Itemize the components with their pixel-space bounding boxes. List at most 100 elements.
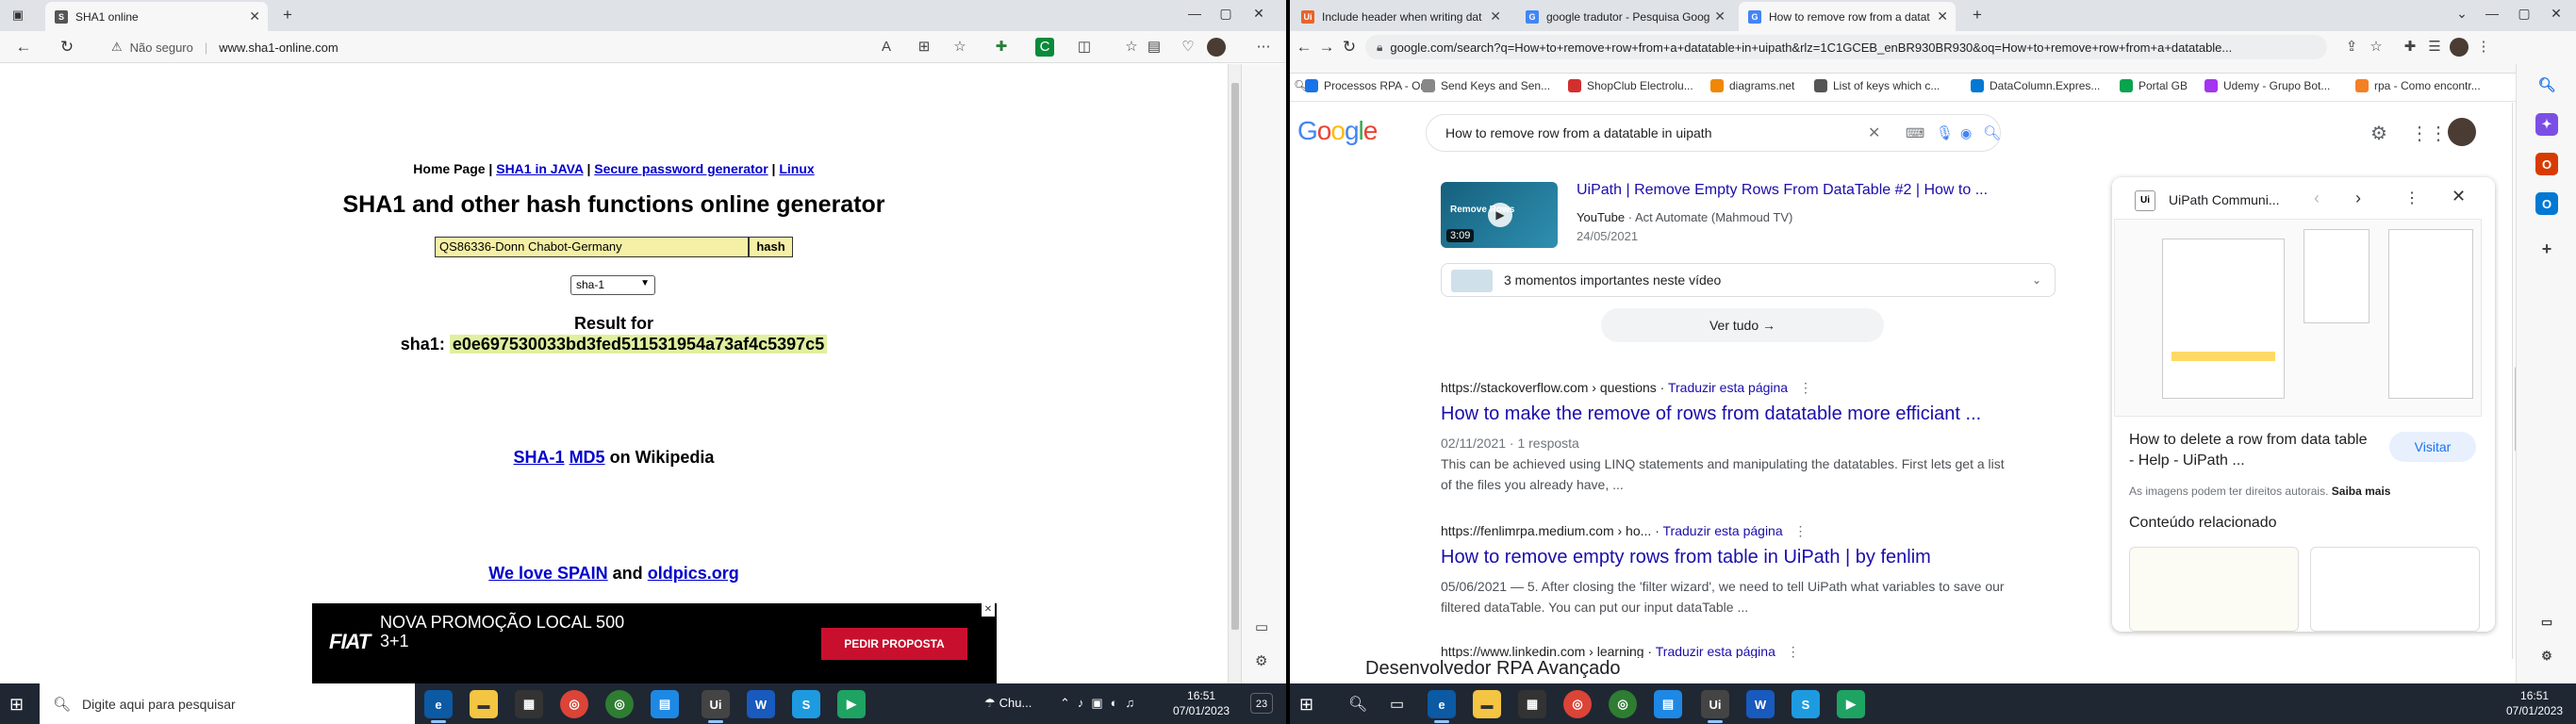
favorite-star-icon[interactable]: ☆ xyxy=(950,38,969,57)
split-screen-icon[interactable]: ◫ xyxy=(1075,38,1094,57)
windows-start-icon[interactable]: ⊞ xyxy=(1299,695,1313,715)
tab-search-icon[interactable]: ⌄ xyxy=(2448,6,2476,22)
file-explorer-icon[interactable]: ▬ xyxy=(1473,690,1501,718)
minimize-icon[interactable]: — xyxy=(2478,6,2506,21)
profile-avatar[interactable] xyxy=(2450,38,2469,57)
extension-puzzle-icon[interactable]: ✚ xyxy=(992,38,1011,57)
terminal-app-icon[interactable]: ▶ xyxy=(1837,690,1865,718)
new-tab-button[interactable]: + xyxy=(1965,4,1990,26)
prev-image-icon[interactable]: ‹ xyxy=(2314,189,2320,208)
sidebar-settings-icon[interactable]: ⚙ xyxy=(1255,652,1267,669)
search-icon[interactable]: 🔍︎ xyxy=(1348,695,1367,714)
voice-search-icon[interactable]: 🎙︎ xyxy=(1936,124,1954,141)
panel-more-icon[interactable]: ⋮ xyxy=(2404,189,2419,207)
sidebar-layout-icon[interactable]: ▭ xyxy=(1255,618,1268,635)
chrome-profile-icon[interactable]: ◎ xyxy=(1609,690,1637,718)
close-tab-icon[interactable]: ✕ xyxy=(1714,8,1726,25)
chrome-app-icon[interactable]: ◎ xyxy=(1563,690,1592,718)
chrome-app-icon[interactable]: ◎ xyxy=(560,690,588,718)
bookmark-item[interactable]: rpa - Como encontr... xyxy=(2355,79,2481,92)
clear-search-icon[interactable]: ✕ xyxy=(1868,123,1880,142)
fiat-ad-banner[interactable]: FIAT NOVA PROMOÇÃO LOCAL 500 3+1 PEDIR P… xyxy=(312,603,997,683)
sidebar-office-icon[interactable]: O xyxy=(2535,153,2558,175)
bookmark-item[interactable]: diagrams.net xyxy=(1710,79,1794,92)
more-options-icon[interactable]: ⋮ xyxy=(1787,644,1800,659)
next-image-icon[interactable]: › xyxy=(2355,189,2361,208)
new-tab-button[interactable]: + xyxy=(275,4,300,26)
close-tab-icon[interactable]: ✕ xyxy=(1490,8,1501,25)
result-title-link[interactable]: How to make the remove of rows from data… xyxy=(1441,403,2006,425)
translate-link[interactable]: Traduzir esta página xyxy=(1663,523,1783,538)
word-app-icon[interactable]: W xyxy=(1746,690,1775,718)
close-tab-icon[interactable]: ✕ xyxy=(249,8,260,25)
store-icon[interactable]: ▦ xyxy=(1518,690,1546,718)
sidebar-settings-icon[interactable]: ⚙ xyxy=(2535,645,2558,667)
bookmark-item[interactable]: DataColumn.Expres... xyxy=(1971,79,2100,92)
related-image[interactable] xyxy=(2310,547,2480,632)
favorites-icon[interactable]: ☆ xyxy=(1122,38,1141,57)
sha1-java-link[interactable]: SHA1 in JAVA xyxy=(496,161,583,176)
key-moments-expander[interactable]: 3 momentos importantes neste vídeo ⌄ xyxy=(1441,263,2056,297)
bookmark-item[interactable]: Udemy - Grupo Bot... xyxy=(2204,79,2330,92)
maximize-icon[interactable]: ▢ xyxy=(1212,6,1240,22)
extensions-icon[interactable]: ✚ xyxy=(2401,38,2419,57)
back-icon[interactable]: ← xyxy=(11,36,36,58)
clock[interactable]: 16:51 07/01/2023 xyxy=(2506,688,2563,718)
tab-google-tradutor[interactable]: G google tradutor - Pesquisa Goog ✕ xyxy=(1516,2,1733,31)
password-generator-link[interactable]: Secure password generator xyxy=(594,161,768,176)
file-explorer-icon[interactable]: ▬ xyxy=(470,690,498,718)
visit-button[interactable]: Visitar xyxy=(2389,432,2476,462)
google-logo[interactable]: Google xyxy=(1297,116,1378,146)
account-avatar[interactable] xyxy=(2448,118,2476,146)
profile-avatar[interactable] xyxy=(1207,38,1226,57)
related-image[interactable] xyxy=(2129,547,2299,632)
refresh-icon[interactable]: ↻ xyxy=(55,36,79,58)
preview-image[interactable] xyxy=(2114,219,2482,417)
windows-start-icon[interactable]: ⊞ xyxy=(9,695,24,715)
google-apps-icon[interactable]: ⋮⋮ xyxy=(2410,122,2448,145)
bookmark-item[interactable]: Processos RPA - On... xyxy=(1305,79,1436,92)
close-window-icon[interactable]: ✕ xyxy=(2542,6,2570,22)
browser-essentials-icon[interactable]: ♡ xyxy=(1179,38,1197,57)
sidebar-add-icon[interactable]: + xyxy=(2535,238,2558,260)
sidebar-layout-icon[interactable]: ▭ xyxy=(2535,611,2558,634)
video-thumbnail[interactable]: Remove Rows ▶ 3:09 xyxy=(1441,182,1558,248)
uipath-studio-icon[interactable]: Ui xyxy=(1701,690,1729,723)
page-scrollbar[interactable] xyxy=(1228,64,1241,683)
bookmark-item[interactable]: List of keys which c... xyxy=(1814,79,1940,92)
tab-remove-row[interactable]: G How to remove row from a datat ✕ xyxy=(1739,2,1956,31)
read-aloud-icon[interactable]: A xyxy=(877,38,896,57)
learn-more-link[interactable]: Saiba mais xyxy=(2332,485,2391,498)
address-bar[interactable]: ⚠ Não seguro | www.sha1-online.com xyxy=(98,35,1050,59)
notepad-app-icon[interactable]: ▤ xyxy=(651,690,679,718)
lens-search-icon[interactable]: ◉ xyxy=(1960,125,1972,141)
translate-link[interactable]: Traduzir esta página xyxy=(1668,380,1788,395)
sap-app-icon[interactable]: S xyxy=(792,690,820,718)
taskbar-search-box[interactable]: 🔍︎ Digite aqui para pesquisar xyxy=(40,683,415,724)
tab-include-header[interactable]: Ui Include header when writing dat ✕ xyxy=(1292,2,1509,31)
ad-cta-button[interactable]: PEDIR PROPOSTA xyxy=(821,628,967,660)
edge-app-icon[interactable]: e xyxy=(424,690,453,723)
reading-list-icon[interactable]: ☰ xyxy=(2425,38,2444,57)
search-icon[interactable]: 🔍︎ xyxy=(1983,124,2001,141)
store-icon[interactable]: ▦ xyxy=(515,690,543,718)
apps-icon[interactable]: ⊞ xyxy=(915,38,933,57)
close-tab-icon[interactable]: ✕ xyxy=(1937,8,1948,25)
result-title-link[interactable]: Desenvolvedor RPA Avançado xyxy=(1343,658,2135,683)
task-view-icon[interactable]: ▭ xyxy=(1390,695,1404,714)
share-icon[interactable]: ⇪ xyxy=(2342,38,2361,57)
bookmark-item[interactable]: Send Keys and Sen... xyxy=(1422,79,1550,92)
sap-app-icon[interactable]: S xyxy=(1792,690,1820,718)
refresh-icon[interactable]: ↻ xyxy=(1337,36,1362,58)
see-all-button[interactable]: Ver tudo → xyxy=(1601,308,1884,342)
oldpics-link[interactable]: oldpics.org xyxy=(648,564,739,583)
collections-icon[interactable]: ▤ xyxy=(1145,38,1164,57)
wiki-sha1-link[interactable]: SHA-1 xyxy=(514,448,565,467)
result-title-link[interactable]: How to remove empty rows from table in U… xyxy=(1441,547,2016,568)
video-title-link[interactable]: UiPath | Remove Empty Rows From DataTabl… xyxy=(1577,182,1988,199)
linux-link[interactable]: Linux xyxy=(779,161,814,176)
sidebar-outlook-icon[interactable]: O xyxy=(2535,192,2558,215)
sidebar-search-icon[interactable]: 🔍︎ xyxy=(2535,74,2558,96)
more-options-icon[interactable]: ⋮ xyxy=(1799,380,1812,395)
settings-more-icon[interactable]: ⋯ xyxy=(1254,38,1273,57)
